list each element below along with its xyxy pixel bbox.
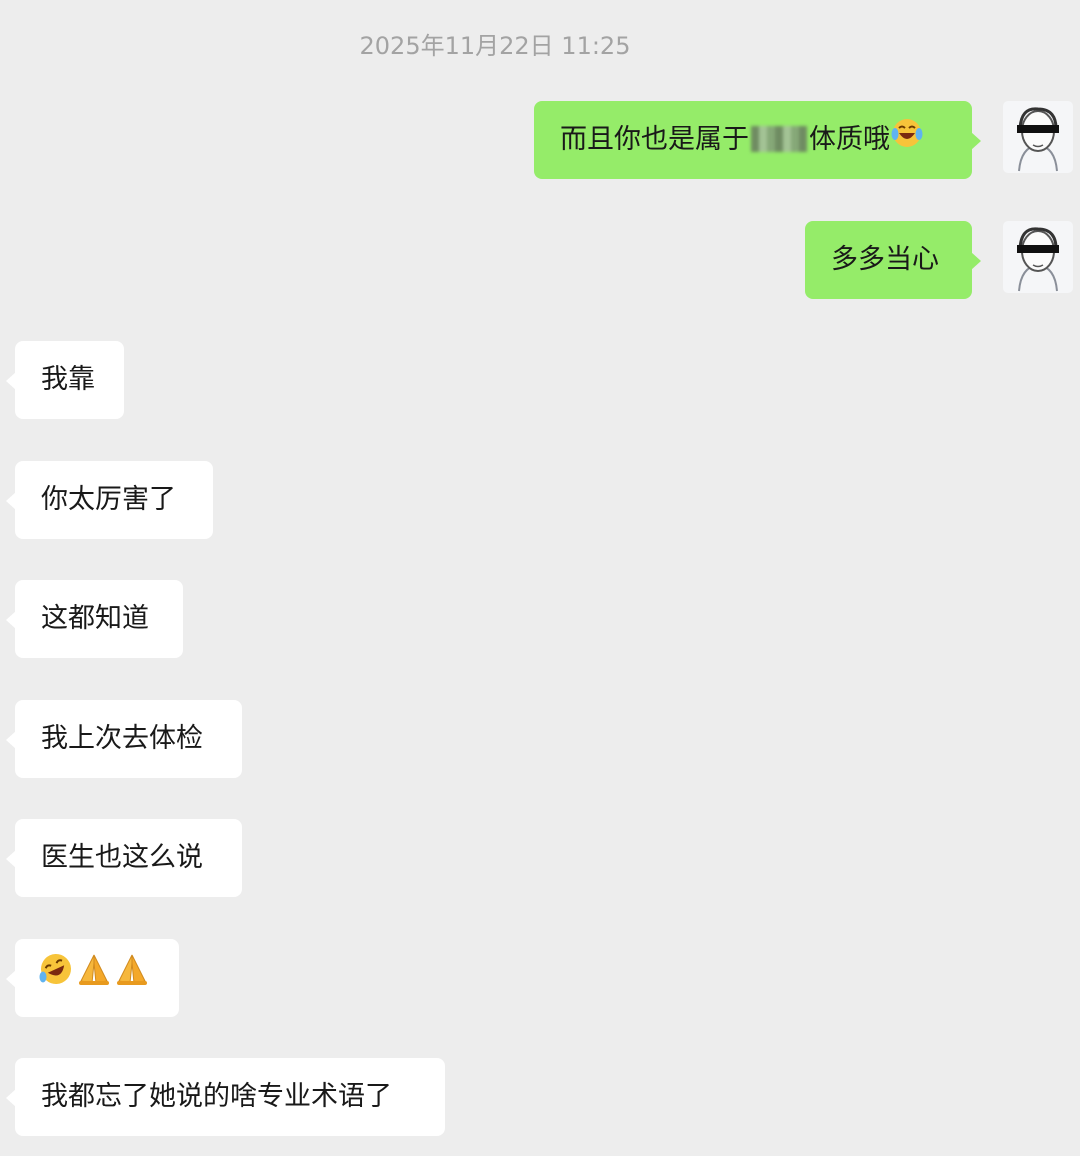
chat-timestamp: 2025年11月22日 11:25 — [359, 32, 631, 60]
folded-hands-emoji — [75, 940, 113, 1018]
incoming-message-bubble[interactable]: 我上次去体检 — [6, 700, 242, 778]
message-text: 体质哦 — [809, 124, 890, 155]
laughing-crying-emoji — [890, 102, 924, 180]
incoming-message-bubble[interactable]: 我都忘了她说的啥专业术语了 — [6, 1058, 445, 1136]
incoming-message-bubble[interactable]: 这都知道 — [6, 580, 183, 658]
incoming-message-bubble[interactable] — [6, 939, 179, 1018]
incoming-message-bubble[interactable]: 医生也这么说 — [6, 819, 242, 897]
incoming-message-bubble[interactable]: 你太厉害了 — [6, 461, 213, 539]
outgoing-message-bubble[interactable]: 而且你也是属于 体质哦 — [534, 101, 981, 180]
avatar[interactable] — [1003, 221, 1073, 293]
rolling-laughing-emoji — [37, 940, 75, 1018]
folded-hands-emoji — [113, 940, 151, 1018]
avatar[interactable] — [1003, 101, 1073, 173]
redacted-blur — [751, 126, 807, 152]
incoming-message-bubble[interactable]: 我靠 — [6, 341, 124, 419]
message-text: 而且你也是属于 — [560, 124, 749, 155]
outgoing-message-bubble[interactable]: 多多当心 — [805, 221, 981, 299]
